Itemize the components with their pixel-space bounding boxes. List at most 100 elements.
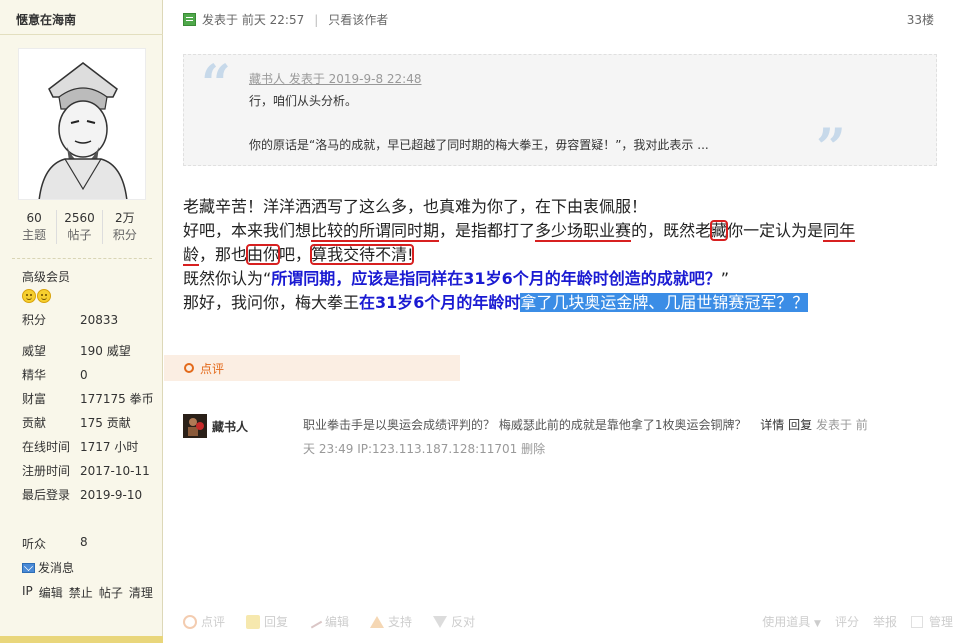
comment-body: 职业拳击手是以奥运会成绩评判的？ 梅威瑟此前的成就是靠他拿了1枚奥运会铜牌？ [303,418,747,432]
stat-value: 2万 [115,211,135,225]
author-username[interactable]: 惬意在海南 [16,11,76,28]
stat-value: 60 [26,211,42,225]
post-time: 发表于 前天 22:57 [202,13,305,27]
author-info: 积分 20833 威望 190 威望 精华 0 财富 177175 拳币 贡献 175 贡… [22,310,154,509]
use-tools-menu[interactable]: 使用道具 ▼ [762,613,821,630]
stat-label: 积分 [112,228,137,242]
body-line: 好吧，本来我们想比较的所谓同时期，是指都打了多少场职业赛的，既然老藏你一定认为是… [183,219,953,243]
open-quote-icon: “ [201,54,231,115]
info-value: 2017-10-11 [80,464,150,478]
admin-link-ip[interactable]: IP [22,584,33,601]
stat-value: 2560 [64,211,95,225]
send-message-label: 发消息 [38,561,75,575]
body-line: 既然你认为“所谓同期，应该是指同样在31岁6个月的年龄时创造的成就吧？” [183,267,953,291]
body-text-bold-blue: 在31岁6个月的年龄时 [359,293,521,312]
body-text: 好吧，本来我们想 [183,221,312,240]
commenter-avatar[interactable] [183,414,207,438]
body-text-boxed: 算我交待不清! [310,244,415,265]
info-value: 1717 小时 [80,440,139,454]
body-text-boxed: 由你 [246,244,281,265]
body-text-underlined: 同年 [823,221,856,242]
tools-label: 使用道具 [762,615,811,629]
quote-block: “ 藏书人 发表于 2019-9-8 22:48 行，咱们从头分析。 你的原话是… [183,54,937,175]
admin-link-ban[interactable]: 禁止 [69,584,93,601]
author-sidebar: 惬意在海南 60 主题 2560 帖子 2万 积分 高级会员 积分 20833 … [0,0,163,643]
reply-button[interactable]: 回复 [246,613,288,630]
body-text: ” [720,269,729,288]
only-author-link[interactable]: 只看该作者 [328,11,388,28]
info-value: 0 [80,368,88,382]
review-icon [184,363,194,373]
stat-posts[interactable]: 2560 帖子 [57,210,103,244]
send-message-link[interactable]: 发消息 [22,559,74,576]
post-tools: 使用道具 ▼ 评分 举报 管理 [762,613,953,630]
admin-link-clean[interactable]: 清理 [129,584,153,601]
body-text-boxed: 藏 [710,220,729,241]
body-text: ，那也 [199,245,248,264]
stat-label: 主题 [22,228,47,242]
action-label: 回复 [264,615,289,629]
post-body: 老藏辛苦！洋洋洒洒写了这么多，也真难为你了，在下由衷佩服！ 好吧，本来我们想比较… [183,195,953,315]
thumbs-down-icon [433,615,448,628]
thumbs-up-icon [370,615,385,628]
author-avatar[interactable] [18,48,146,200]
body-text: 老藏辛苦！洋洋洒洒写了这么多，也真难为你了，在下由衷佩服！ [183,197,648,216]
info-row: 在线时间 1717 小时 [22,437,154,461]
body-text: ，是指都打了 [439,221,536,240]
rate-link[interactable]: 评分 [835,613,859,630]
stat-points[interactable]: 2万 积分 [103,210,147,244]
manage-checkbox-row[interactable]: 管理 [910,613,953,630]
admin-link-posts[interactable]: 帖子 [99,584,123,601]
author-stats: 60 主题 2560 帖子 2万 积分 [12,210,147,244]
info-row: 积分 20833 [22,310,154,334]
floor-number[interactable]: 33楼 [907,11,934,28]
report-link[interactable]: 举报 [873,613,897,630]
info-row: 威望 190 威望 [22,341,154,365]
comment-time: 发表于 前 [815,418,868,432]
admin-links: IP 编辑 禁止 帖子 清理 [22,584,153,601]
listeners-row[interactable]: 听众 8 [22,535,88,552]
support-button[interactable]: 支持 [370,613,412,630]
info-row: 财富 177175 拳币 [22,389,154,413]
review-label: 点评 [200,362,225,376]
info-row: 精华 0 [22,365,154,389]
info-row: 贡献 175 贡献 [22,413,154,437]
info-key: 精华 [22,368,47,382]
reply-icon [246,614,261,629]
post-content: 发表于 前天 22:57 | 只看该作者 33楼 “ 藏书人 发表于 2019-… [164,0,958,643]
sidebar-bottom-bar [0,636,163,643]
separator: | [314,12,319,27]
manage-checkbox[interactable] [910,615,923,628]
action-label: 编辑 [325,615,350,629]
stat-threads[interactable]: 60 主题 [12,210,58,244]
stat-label: 帖子 [67,228,92,242]
info-row: 最后登录 2019-9-10 [22,485,154,509]
action-label: 反对 [451,615,476,629]
body-text-underlined: 比较的所谓同时期 [311,221,440,242]
comment-reply-link[interactable]: 回复 [788,418,812,432]
admin-link-edit[interactable]: 编辑 [39,584,63,601]
level-stars [22,289,51,303]
comment-meta: 天 23:49 IP:123.113.187.128:11701 删除 [303,442,546,456]
smiley-icon [37,289,51,303]
body-text-selected: 拿了几块奥运金牌、几届世锦赛冠军？？ [520,293,809,312]
mail-icon [22,562,35,573]
quote-header-link[interactable]: 藏书人 发表于 2019-9-8 22:48 [249,70,422,87]
edit-button[interactable]: 编辑 [307,613,350,630]
member-level[interactable]: 高级会员 [22,268,70,285]
commenter-username[interactable]: 藏书人 [212,418,248,435]
comment-detail-link[interactable]: 详情 [760,418,784,432]
body-text: 你一定认为是 [727,221,824,240]
info-key: 财富 [22,392,47,406]
body-text-underlined: 龄 [183,245,200,266]
body-line: 老藏辛苦！洋洋洒洒写了这么多，也真难为你了，在下由衷佩服！ [183,195,953,219]
manage-label: 管理 [928,615,953,629]
review-button[interactable]: 点评 [183,613,225,630]
post-meta: 发表于 前天 22:57 | 只看该作者 [183,11,388,28]
body-line: 龄，那也由你吧，算我交待不清! [183,243,953,267]
info-value: 20833 [80,313,119,327]
info-key: 最后登录 [22,488,71,502]
review-header: 点评 [164,355,460,381]
info-key: 贡献 [22,416,47,430]
oppose-button[interactable]: 反对 [433,613,475,630]
